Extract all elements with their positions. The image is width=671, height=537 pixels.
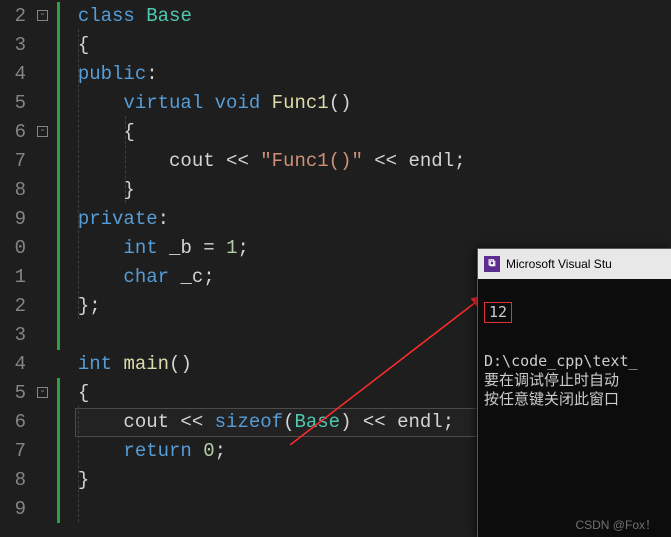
keyword: void — [215, 92, 261, 114]
fold-column: - - - — [33, 0, 55, 524]
number-literal: 1 — [226, 237, 237, 259]
line-number: 9 — [0, 205, 26, 234]
keyword: class — [78, 5, 135, 27]
console-path: D:\code_cpp\text_ — [484, 352, 638, 370]
keyword: public — [78, 63, 146, 85]
line-number-gutter: 2 3 4 5 6 7 8 9 0 1 2 3 4 5 6 7 8 9 — [0, 0, 30, 524]
keyword: sizeof — [215, 411, 283, 433]
operator: << — [363, 150, 409, 172]
line-number: 1 — [0, 263, 26, 292]
code-line[interactable]: { — [55, 31, 671, 60]
identifier: endl — [397, 411, 443, 433]
keyword: private — [78, 208, 158, 230]
punct: ; — [443, 411, 454, 433]
code-line[interactable]: } — [55, 176, 671, 205]
line-number: 6 — [0, 408, 26, 437]
code-line[interactable]: public: — [55, 60, 671, 89]
punct: ; — [237, 237, 248, 259]
operator: << — [215, 150, 261, 172]
line-number: 2 — [0, 2, 26, 31]
line-number: 7 — [0, 147, 26, 176]
watermark: CSDN @Fox！ — [575, 516, 657, 533]
identifier: _c — [180, 266, 203, 288]
console-text: 按任意键关闭此窗口 — [484, 390, 619, 408]
indent-guide — [78, 29, 79, 319]
keyword: return — [123, 440, 191, 462]
fold-toggle-icon[interactable]: - — [37, 10, 48, 21]
keyword: int — [78, 353, 112, 375]
code-line[interactable]: virtual void Func1() — [55, 89, 671, 118]
highlighted-output: 12 — [484, 302, 512, 323]
line-number: 0 — [0, 234, 26, 263]
brace: }; — [78, 295, 101, 317]
keyword: virtual — [123, 92, 203, 114]
operator: = — [192, 237, 226, 259]
code-line[interactable]: private: — [55, 205, 671, 234]
line-number: 8 — [0, 466, 26, 495]
brace: { — [78, 34, 89, 56]
number-literal: 0 — [203, 440, 214, 462]
line-number: 3 — [0, 31, 26, 60]
code-line[interactable]: class Base — [55, 2, 671, 31]
console-text: 要在调试停止时自动 — [484, 371, 619, 389]
function-name: main — [123, 353, 169, 375]
line-number: 8 — [0, 176, 26, 205]
brace: { — [78, 382, 89, 404]
paren: ( — [283, 411, 294, 433]
console-title: Microsoft Visual Stu — [506, 257, 612, 271]
identifier: _b — [169, 237, 192, 259]
line-number: 9 — [0, 495, 26, 524]
line-number: 4 — [0, 60, 26, 89]
parens: () — [329, 92, 352, 114]
punct: ; — [454, 150, 465, 172]
brace: } — [78, 469, 89, 491]
line-number: 5 — [0, 89, 26, 118]
keyword: char — [123, 266, 169, 288]
console-output[interactable]: 12 D:\code_cpp\text_ 要在调试停止时自动 按任意键关闭此窗口 — [478, 279, 671, 432]
parens: () — [169, 353, 192, 375]
line-number: 2 — [0, 292, 26, 321]
identifier: endl — [408, 150, 454, 172]
space — [192, 440, 203, 462]
fold-toggle-icon[interactable]: - — [37, 387, 48, 398]
function-name: Func1 — [272, 92, 329, 114]
console-titlebar[interactable]: ⧉ Microsoft Visual Stu — [478, 249, 671, 279]
punct: : — [158, 208, 169, 230]
line-number: 6 — [0, 118, 26, 147]
line-number: 7 — [0, 437, 26, 466]
line-number: 5 — [0, 379, 26, 408]
code-line[interactable]: cout << "Func1()" << endl; — [55, 147, 671, 176]
punct: ; — [215, 440, 226, 462]
identifier: cout — [169, 150, 215, 172]
keyword: int — [123, 237, 157, 259]
operator: << — [351, 411, 397, 433]
paren: ) — [340, 411, 351, 433]
vs-icon: ⧉ — [484, 256, 500, 272]
code-line[interactable]: { — [55, 118, 671, 147]
punct: ; — [203, 266, 214, 288]
type-name: Base — [146, 5, 192, 27]
fold-toggle-icon[interactable]: - — [37, 126, 48, 137]
console-window[interactable]: ⧉ Microsoft Visual Stu 12 D:\code_cpp\te… — [477, 248, 671, 537]
indent-guide — [125, 116, 126, 203]
line-number: 4 — [0, 350, 26, 379]
operator: << — [169, 411, 215, 433]
type-name: Base — [294, 411, 340, 433]
identifier: cout — [123, 411, 169, 433]
line-number: 3 — [0, 321, 26, 350]
punct: : — [146, 63, 157, 85]
indent-guide — [78, 406, 79, 522]
string-literal: "Func1()" — [260, 150, 363, 172]
